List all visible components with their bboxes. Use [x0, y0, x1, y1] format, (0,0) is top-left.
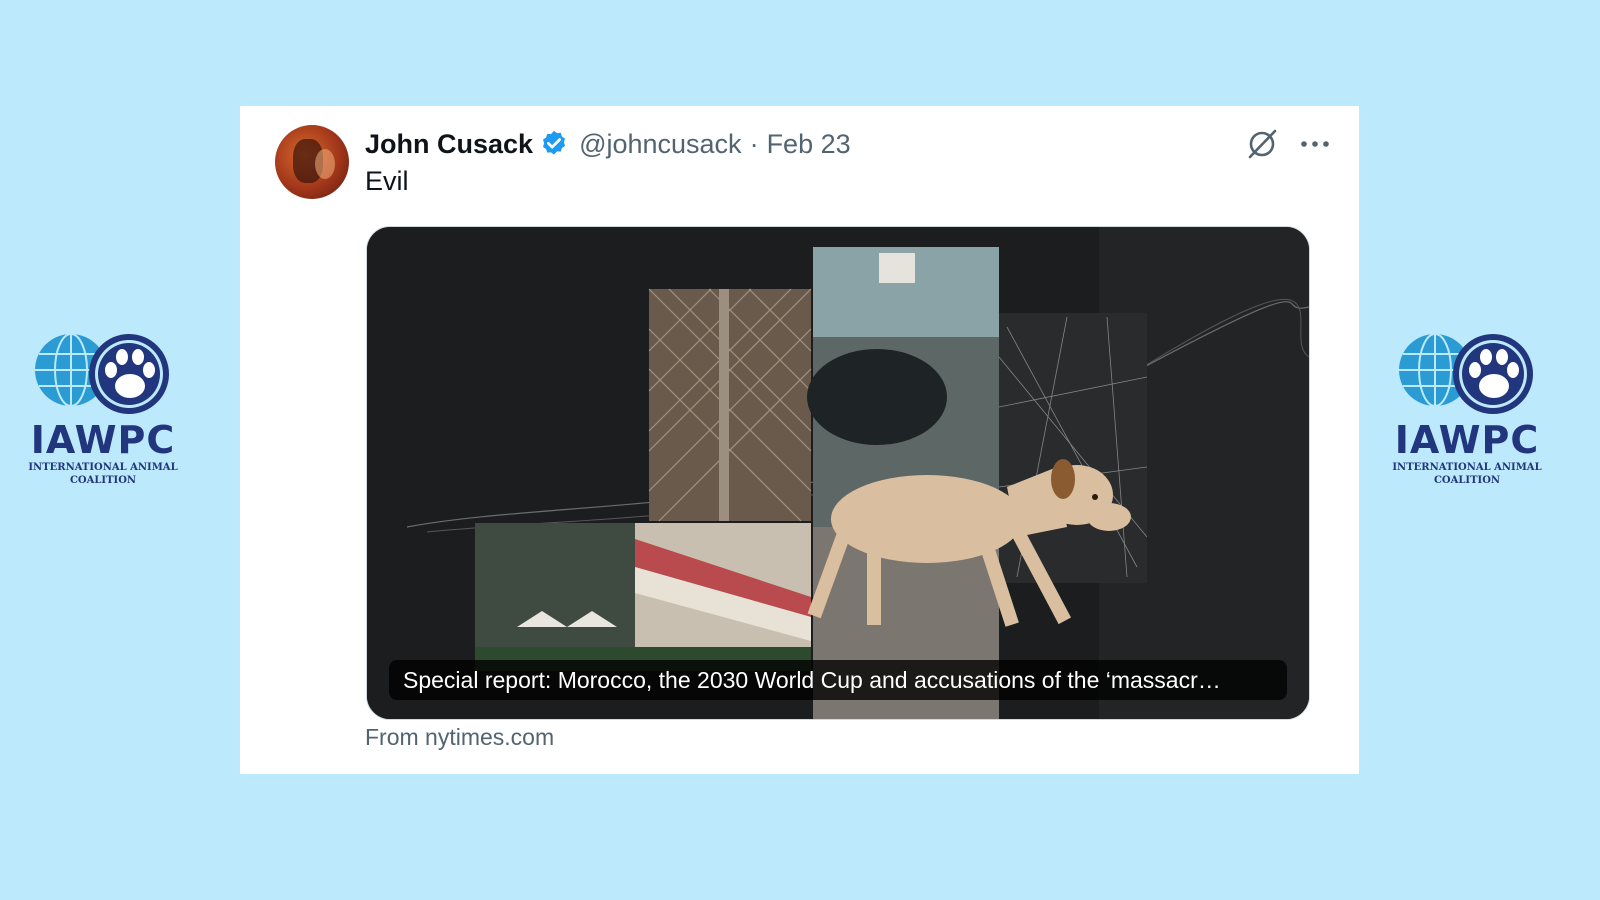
grok-icon[interactable]: [1244, 126, 1280, 162]
globe-paw-icon: [1399, 333, 1533, 414]
article-collage-image: [367, 227, 1309, 719]
link-card-source[interactable]: From nytimes.com: [365, 724, 554, 751]
tweet-date[interactable]: Feb 23: [767, 129, 851, 160]
iawpc-logo-left: IAWPC INTERNATIONAL ANIMAL COALITION: [28, 330, 178, 486]
logo-subtitle-line1: INTERNATIONAL ANIMAL: [28, 462, 178, 473]
logo-wordmark: IAWPC: [1394, 418, 1540, 462]
more-options-icon[interactable]: [1297, 130, 1333, 158]
verified-badge-icon: [543, 130, 566, 155]
tweet-card[interactable]: John Cusack @johncusack · Feb 23 Evil Sp…: [240, 106, 1359, 774]
logo-subtitle-line2: COALITION: [1433, 475, 1501, 486]
link-card-media[interactable]: Special report: Morocco, the 2030 World …: [366, 226, 1310, 720]
author-avatar[interactable]: [275, 125, 349, 199]
logo-subtitle-line2: COALITION: [69, 475, 137, 486]
author-handle[interactable]: @johncusack: [579, 129, 742, 160]
tweet-header: John Cusack @johncusack · Feb 23: [365, 126, 851, 162]
logo-wordmark: IAWPC: [30, 418, 176, 462]
globe-paw-icon: [35, 333, 169, 414]
logo-subtitle-line1: INTERNATIONAL ANIMAL: [1392, 462, 1542, 473]
link-card-caption[interactable]: Special report: Morocco, the 2030 World …: [389, 660, 1287, 700]
author-name[interactable]: John Cusack: [365, 129, 533, 160]
iawpc-logo-right: IAWPC INTERNATIONAL ANIMAL COALITION: [1392, 330, 1542, 486]
tweet-text: Evil: [365, 166, 409, 196]
header-separator: ·: [749, 128, 759, 159]
